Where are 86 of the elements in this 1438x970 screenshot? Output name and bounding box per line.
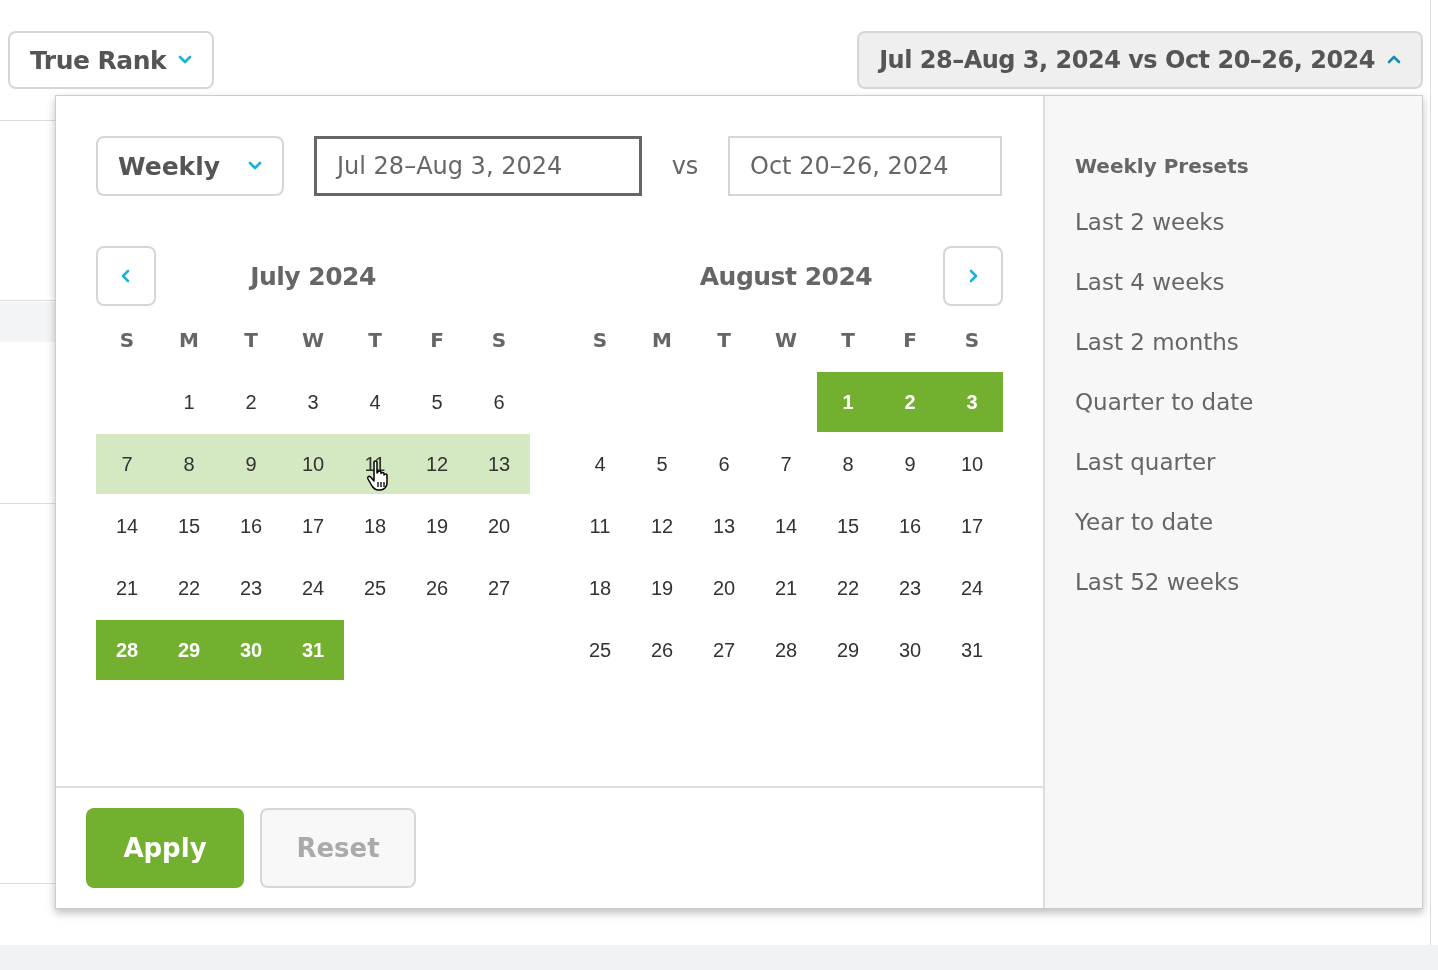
metric-dropdown[interactable]: True Rank: [8, 31, 215, 89]
weekday-label: T: [840, 327, 856, 354]
calendar-day[interactable]: 17: [282, 496, 344, 556]
calendar-day[interactable]: 23: [879, 558, 941, 618]
calendar-day[interactable]: 6: [693, 434, 755, 494]
month-title: July 2024: [250, 261, 376, 291]
calendar-day[interactable]: 7: [96, 434, 158, 494]
calendar-day[interactable]: 18: [344, 496, 406, 556]
date-range-dropdown[interactable]: Jul 28–Aug 3, 2024 vs Oct 20–26, 2024: [857, 31, 1423, 89]
preset-item[interactable]: Quarter to date: [1075, 372, 1422, 432]
calendar-day[interactable]: 10: [282, 434, 344, 494]
previous-month-button[interactable]: [96, 246, 156, 306]
calendar-day[interactable]: 21: [755, 558, 817, 618]
weekday-label: S: [118, 327, 136, 354]
calendar-day[interactable]: 16: [879, 496, 941, 556]
month-title: August 2024: [699, 261, 873, 291]
calendar-day[interactable]: 15: [158, 496, 220, 556]
preset-item[interactable]: Last 52 weeks: [1075, 552, 1422, 612]
calendar-day[interactable]: 8: [158, 434, 220, 494]
weekday-label: T: [243, 327, 259, 354]
vs-label: vs: [670, 152, 700, 180]
calendar-day[interactable]: 4: [344, 372, 406, 432]
calendar-day[interactable]: 5: [631, 434, 693, 494]
calendar-day[interactable]: 6: [468, 372, 530, 432]
calendar-day[interactable]: 19: [406, 496, 468, 556]
preset-item[interactable]: Year to date: [1075, 492, 1422, 552]
calendar-day[interactable]: 28: [755, 620, 817, 680]
calendar-day[interactable]: 12: [406, 434, 468, 494]
weekday-label: W: [773, 327, 799, 354]
calendar-day[interactable]: 25: [569, 620, 631, 680]
calendar-day[interactable]: 24: [941, 558, 1003, 618]
weekday-label: F: [902, 327, 918, 354]
preset-item[interactable]: Last 2 months: [1075, 312, 1422, 372]
calendar-day[interactable]: 22: [158, 558, 220, 618]
calendar-day[interactable]: 29: [817, 620, 879, 680]
date-range-field[interactable]: Jul 28–Aug 3, 2024: [314, 136, 642, 196]
calendar-day[interactable]: 15: [817, 496, 879, 556]
calendar-day[interactable]: 24: [282, 558, 344, 618]
compare-range-field[interactable]: Oct 20–26, 2024: [728, 136, 1002, 196]
calendar-day[interactable]: 9: [879, 434, 941, 494]
calendar-day[interactable]: 3: [282, 372, 344, 432]
calendar-day[interactable]: 1: [158, 372, 220, 432]
calendar-day[interactable]: 7: [755, 434, 817, 494]
calendar-day[interactable]: 20: [693, 558, 755, 618]
calendar-day[interactable]: 23: [220, 558, 282, 618]
weekday-label: F: [429, 327, 445, 354]
calendar-day[interactable]: 14: [755, 496, 817, 556]
weekday-label: M: [178, 327, 200, 354]
calendar-day[interactable]: 8: [817, 434, 879, 494]
calendar-day[interactable]: 21: [96, 558, 158, 618]
calendar-day[interactable]: 19: [631, 558, 693, 618]
calendar-day[interactable]: 16: [220, 496, 282, 556]
weekday-label: S: [490, 327, 508, 354]
calendar-day[interactable]: 14: [96, 496, 158, 556]
calendar-day[interactable]: 4: [569, 434, 631, 494]
calendar-day[interactable]: 13: [693, 496, 755, 556]
calendar-day[interactable]: 12: [631, 496, 693, 556]
calendar-day[interactable]: 20: [468, 496, 530, 556]
calendar-day[interactable]: 27: [468, 558, 530, 618]
calendar-day[interactable]: 17: [941, 496, 1003, 556]
calendar-day[interactable]: 13: [468, 434, 530, 494]
weekday-label: M: [651, 327, 673, 354]
presets-heading: Weekly Presets: [1075, 154, 1250, 178]
calendar-day[interactable]: 11: [569, 496, 631, 556]
calendar-day[interactable]: 22: [817, 558, 879, 618]
calendar-day[interactable]: 5: [406, 372, 468, 432]
weekday-label: S: [591, 327, 609, 354]
preset-item[interactable]: Last quarter: [1075, 432, 1422, 492]
preset-item[interactable]: Last 4 weeks: [1075, 252, 1422, 312]
preset-item[interactable]: Last 2 weeks: [1075, 192, 1422, 252]
calendar-day[interactable]: 10: [941, 434, 1003, 494]
calendar-day[interactable]: 31: [941, 620, 1003, 680]
calendar-day[interactable]: 30: [879, 620, 941, 680]
calendar-day[interactable]: 18: [569, 558, 631, 618]
weekday-label: W: [300, 327, 326, 354]
weekday-label: S: [963, 327, 981, 354]
weekday-label: T: [716, 327, 732, 354]
calendar-day[interactable]: 2: [220, 372, 282, 432]
calendar-day[interactable]: 9: [220, 434, 282, 494]
calendar-day[interactable]: 26: [631, 620, 693, 680]
weekday-label: T: [367, 327, 383, 354]
period-select[interactable]: Weekly: [96, 136, 284, 196]
calendar-day[interactable]: 25: [344, 558, 406, 618]
calendar-day[interactable]: 27: [693, 620, 755, 680]
next-month-button[interactable]: [943, 246, 1003, 306]
calendar-day[interactable]: 26: [406, 558, 468, 618]
